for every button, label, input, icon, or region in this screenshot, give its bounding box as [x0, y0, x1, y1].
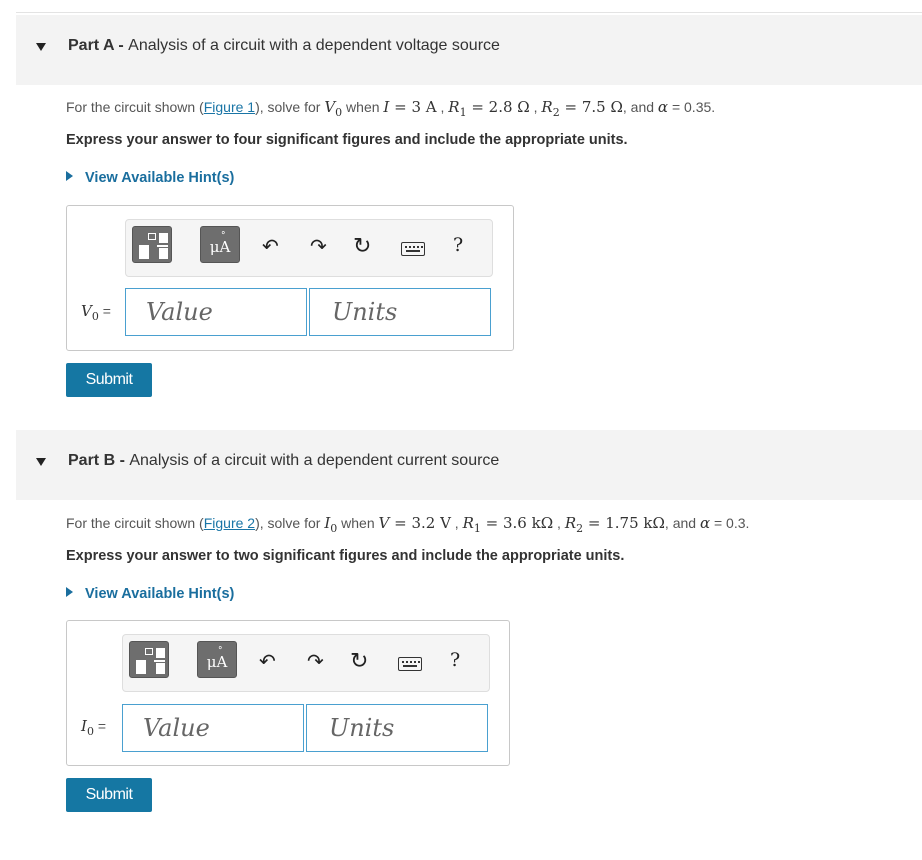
figure-link[interactable]: Figure 2 — [204, 515, 255, 531]
units-icon[interactable]: μA ° — [200, 226, 240, 263]
alpha-value: = 0.3. — [710, 515, 750, 531]
target-variable: V0 — [324, 98, 343, 119]
problem-intro: For the circuit shown ( — [66, 515, 204, 531]
help-icon[interactable]: ? — [453, 234, 463, 256]
part-a-title: Part A - Analysis of a circuit with a de… — [68, 37, 500, 55]
submit-button[interactable]: Submit — [66, 363, 152, 397]
value-field[interactable] — [125, 288, 307, 336]
collapse-caret-icon[interactable] — [36, 458, 46, 466]
expand-triangle-icon — [66, 171, 73, 181]
units-field[interactable] — [306, 704, 488, 752]
expand-triangle-icon — [66, 587, 73, 597]
part-a-header[interactable]: Part A - Analysis of a circuit with a de… — [16, 15, 922, 85]
problem-text: when — [342, 99, 384, 115]
view-hints-link[interactable]: View Available Hint(s) — [66, 586, 234, 602]
keyboard-icon[interactable] — [401, 242, 425, 256]
problem-intro: For the circuit shown ( — [66, 99, 204, 115]
redo-icon[interactable]: ↷ — [307, 652, 324, 672]
value-input[interactable] — [126, 289, 306, 335]
value-field[interactable] — [122, 704, 304, 752]
answer-variable-label: I0 = — [81, 717, 107, 738]
units-input[interactable] — [307, 705, 487, 751]
units-field[interactable] — [309, 288, 491, 336]
part-b-header[interactable]: Part B - Analysis of a circuit with a de… — [16, 430, 922, 500]
keyboard-icon[interactable] — [398, 657, 422, 671]
r1-value: = 2.8 Ω — [466, 98, 530, 116]
r1-variable: R1 — [462, 514, 481, 535]
alpha-value: = 0.35. — [668, 99, 716, 115]
problem-statement: For the circuit shown (Figure 2), solve … — [66, 514, 750, 535]
answer-instruction: Express your answer to two significant f… — [66, 548, 625, 564]
templates-icon[interactable] — [129, 641, 169, 678]
units-input[interactable] — [310, 289, 490, 335]
view-hints-link[interactable]: View Available Hint(s) — [66, 170, 234, 186]
answer-instruction: Express your answer to four significant … — [66, 132, 628, 148]
part-label: Part A — [68, 37, 114, 54]
r2-value: = 1.75 kΩ — [583, 514, 665, 532]
undo-icon[interactable]: ↶ — [259, 652, 276, 672]
math-toolbar: μA ° ↶ ↷ ↻ ? — [125, 219, 493, 277]
alpha-variable: α — [699, 514, 711, 532]
answer-variable-label: V0 = — [81, 302, 111, 323]
help-icon[interactable]: ? — [450, 649, 460, 671]
problem-statement: For the circuit shown (Figure 1), solve … — [66, 98, 716, 119]
answer-box: μA ° ↶ ↷ ↻ ? V0 = — [66, 205, 514, 351]
part-title-text: Analysis of a circuit with a dependent c… — [129, 452, 500, 469]
r1-variable: R1 — [448, 98, 467, 119]
reset-icon[interactable]: ↻ — [350, 650, 368, 672]
r1-value: = 3.6 kΩ — [480, 514, 554, 532]
problem-text: , and — [664, 515, 700, 531]
target-variable: I0 — [324, 514, 338, 535]
problem-text: , and — [622, 99, 658, 115]
hint-label: View Available Hint(s) — [85, 586, 235, 602]
units-icon[interactable]: μA ° — [197, 641, 237, 678]
part-separator: - — [113, 37, 129, 54]
source-value: = 3 A — [389, 98, 437, 116]
units-icon-glyph: μA ° — [209, 231, 231, 256]
source-value: = 3.2 V — [389, 514, 451, 532]
answer-box: μA ° ↶ ↷ ↻ ? I0 = — [66, 620, 510, 766]
part-b-title: Part B - Analysis of a circuit with a de… — [68, 452, 499, 470]
redo-icon[interactable]: ↷ — [310, 237, 327, 257]
r2-variable: R2 — [541, 98, 560, 119]
math-toolbar: μA ° ↶ ↷ ↻ ? — [122, 634, 490, 692]
reset-icon[interactable]: ↻ — [353, 235, 371, 257]
problem-text: ), solve for — [255, 515, 325, 531]
problem-text: when — [337, 515, 379, 531]
source-variable: V — [378, 514, 390, 532]
problem-text: ), solve for — [255, 99, 325, 115]
undo-icon[interactable]: ↶ — [262, 237, 279, 257]
hint-label: View Available Hint(s) — [85, 170, 235, 186]
top-divider — [16, 12, 922, 13]
collapse-caret-icon[interactable] — [36, 43, 46, 51]
r2-variable: R2 — [564, 514, 584, 535]
r2-value: = 7.5 Ω — [559, 98, 623, 116]
templates-icon[interactable] — [132, 226, 172, 263]
part-separator: - — [115, 452, 130, 469]
submit-button[interactable]: Submit — [66, 778, 152, 812]
alpha-variable: α — [657, 98, 669, 116]
value-input[interactable] — [123, 705, 303, 751]
units-icon-glyph: μA ° — [206, 646, 228, 671]
figure-link[interactable]: Figure 1 — [204, 99, 255, 115]
part-title-text: Analysis of a circuit with a dependent v… — [128, 37, 500, 54]
part-label: Part B — [68, 452, 116, 469]
